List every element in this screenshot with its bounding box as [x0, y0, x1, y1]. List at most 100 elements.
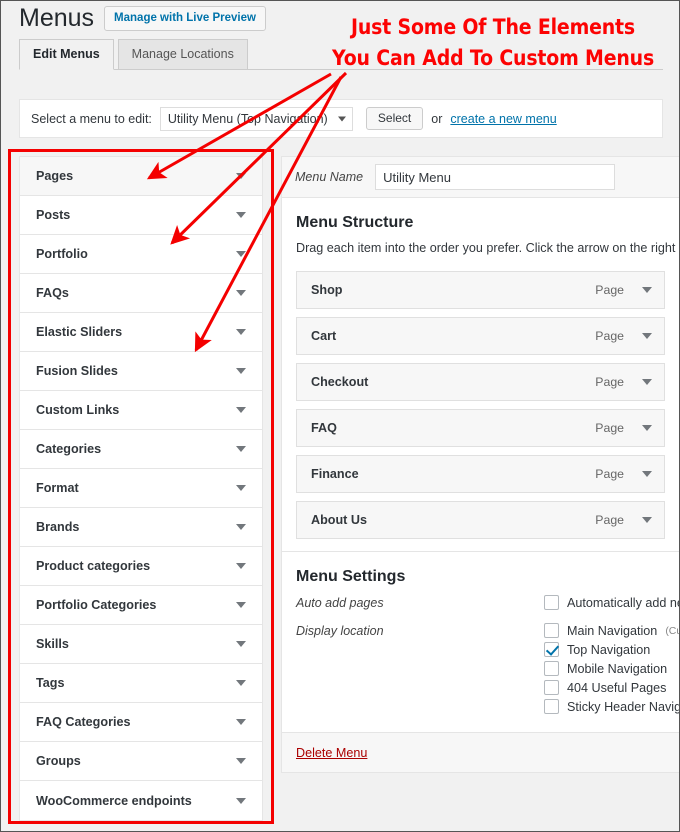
chevron-down-icon[interactable]	[236, 524, 246, 530]
accordion-label: Portfolio Categories	[36, 598, 157, 612]
accordion-item-brands[interactable]: Brands	[20, 508, 262, 547]
checkbox-box[interactable]	[544, 642, 559, 657]
accordion-item-faqs[interactable]: FAQs	[20, 274, 262, 313]
accordion-item-elastic-sliders[interactable]: Elastic Sliders	[20, 313, 262, 352]
checkbox-auto-add-pages[interactable]: Automatically add new	[544, 595, 679, 610]
delete-menu-link[interactable]: Delete Menu	[296, 746, 367, 760]
accordion-item-fusion-slides[interactable]: Fusion Slides	[20, 352, 262, 391]
menu-item-title: Cart	[311, 329, 337, 343]
select-button[interactable]: Select	[365, 107, 424, 130]
chevron-down-icon[interactable]	[236, 797, 246, 804]
checkbox-box[interactable]	[544, 680, 559, 695]
create-a-new-menu-link[interactable]: create a new menu	[450, 112, 556, 126]
menu-item-type: Page	[595, 375, 624, 389]
menu-item-row[interactable]: Cart Page	[296, 317, 665, 355]
accordion-item-faq-categories[interactable]: FAQ Categories	[20, 703, 262, 742]
accordion-label: Skills	[36, 637, 69, 651]
tab-strip: Edit Menus Manage Locations	[19, 39, 663, 70]
chevron-down-icon[interactable]	[236, 329, 246, 335]
checkbox-top-navigation[interactable]: Top Navigation	[544, 642, 679, 657]
accordion-label: Product categories	[36, 559, 151, 573]
select-menu-label: Select a menu to edit:	[31, 111, 152, 126]
menu-select-value: Utility Menu (Top Navigation)	[167, 111, 328, 126]
chevron-down-icon[interactable]	[236, 251, 246, 257]
menu-settings-title: Menu Settings	[296, 568, 406, 585]
manage-with-live-preview-button[interactable]: Manage with Live Preview	[104, 5, 266, 31]
accordion-label: Brands	[36, 520, 80, 534]
menu-item-row[interactable]: Shop Page	[296, 271, 665, 309]
accordion-item-tags[interactable]: Tags	[20, 664, 262, 703]
menu-structure-title: Menu Structure	[296, 214, 414, 231]
menu-item-row[interactable]: Finance Page	[296, 455, 665, 493]
checkbox-sticky-header-navigation[interactable]: Sticky Header Navigati	[544, 699, 679, 714]
chevron-down-icon[interactable]	[642, 517, 652, 523]
chevron-down-icon[interactable]	[236, 758, 246, 764]
menu-item-type: Page	[595, 421, 624, 435]
accordion-label: Posts	[36, 208, 71, 222]
menu-select-dropdown[interactable]: Utility Menu (Top Navigation)	[159, 106, 353, 131]
accordion-item-portfolio[interactable]: Portfolio	[20, 235, 262, 274]
checkbox-box[interactable]	[544, 595, 559, 610]
accordion-label: FAQs	[36, 286, 69, 300]
accordion-item-portfolio-categories[interactable]: Portfolio Categories	[20, 586, 262, 625]
chevron-down-icon[interactable]	[236, 602, 246, 608]
chevron-down-icon[interactable]	[642, 425, 652, 431]
checkbox-box[interactable]	[544, 699, 559, 714]
menu-item-row[interactable]: FAQ Page	[296, 409, 665, 447]
chevron-down-icon[interactable]	[236, 680, 246, 686]
checkbox-404-useful-pages[interactable]: 404 Useful Pages	[544, 680, 679, 695]
or-text: or	[431, 111, 443, 126]
accordion-label: WooCommerce endpoints	[36, 793, 192, 808]
display-location-options: Main Navigation (Curre Top Navigation Mo…	[544, 623, 679, 718]
checkbox-box[interactable]	[544, 661, 559, 676]
accordion-item-format[interactable]: Format	[20, 469, 262, 508]
chevron-down-icon[interactable]	[236, 290, 246, 296]
chevron-down-icon[interactable]	[642, 333, 652, 339]
chevron-down-icon[interactable]	[236, 173, 246, 179]
checkbox-main-navigation[interactable]: Main Navigation (Curre	[544, 623, 679, 638]
menu-settings-section: Menu Settings Auto add pages Automatical…	[282, 551, 679, 732]
accordion-label: Fusion Slides	[36, 364, 118, 378]
checkbox-mobile-navigation[interactable]: Mobile Navigation	[544, 661, 679, 676]
menu-name-row: Menu Name	[282, 157, 679, 198]
checkbox-box[interactable]	[544, 623, 559, 638]
select-menu-bar: Select a menu to edit: Utility Menu (Top…	[19, 99, 663, 138]
accordion-item-categories[interactable]: Categories	[20, 430, 262, 469]
accordion-label: Groups	[36, 754, 81, 768]
display-location-label: Display location	[296, 624, 384, 638]
accordion-item-groups[interactable]: Groups	[20, 742, 262, 781]
accordion-item-pages[interactable]: Pages	[20, 157, 262, 196]
display-location-row: Display location Main Navigation (Curre …	[296, 623, 679, 718]
menu-item-row[interactable]: About Us Page	[296, 501, 665, 539]
chevron-down-icon[interactable]	[236, 719, 246, 725]
chevron-down-icon[interactable]	[236, 407, 246, 413]
chevron-down-icon[interactable]	[642, 287, 652, 293]
menu-item-type: Page	[595, 513, 624, 527]
chevron-down-icon[interactable]	[236, 641, 246, 647]
chevron-down-icon[interactable]	[236, 212, 246, 218]
accordion-item-woocommerce-endpoints[interactable]: WooCommerce endpoints	[20, 781, 262, 820]
chevron-down-icon[interactable]	[236, 368, 246, 374]
menu-footer-bar: Delete Menu	[282, 732, 679, 772]
checkbox-label: 404 Useful Pages	[567, 680, 667, 695]
accordion-item-custom-links[interactable]: Custom Links	[20, 391, 262, 430]
checkbox-label: Main Navigation	[567, 623, 658, 638]
tab-edit-menus[interactable]: Edit Menus	[19, 39, 114, 70]
menu-item-row[interactable]: Checkout Page	[296, 363, 665, 401]
auto-add-pages-row: Auto add pages Automatically add new	[296, 595, 679, 614]
page-header: Menus Manage with Live Preview	[19, 3, 266, 33]
chevron-down-icon[interactable]	[642, 379, 652, 385]
chevron-down-icon[interactable]	[236, 485, 246, 491]
checkbox-label: Mobile Navigation	[567, 661, 668, 676]
screenshot-frame: Menus Manage with Live Preview Edit Menu…	[0, 0, 680, 832]
accordion-item-product-categories[interactable]: Product categories	[20, 547, 262, 586]
chevron-down-icon[interactable]	[236, 446, 246, 452]
chevron-down-icon[interactable]	[642, 471, 652, 477]
chevron-down-icon[interactable]	[236, 563, 246, 569]
menu-name-input[interactable]	[375, 164, 616, 190]
menu-item-type: Page	[595, 329, 624, 343]
tab-manage-locations[interactable]: Manage Locations	[117, 39, 248, 70]
accordion-item-skills[interactable]: Skills	[20, 625, 262, 664]
menu-item-title: Shop	[311, 283, 343, 297]
accordion-item-posts[interactable]: Posts	[20, 196, 262, 235]
